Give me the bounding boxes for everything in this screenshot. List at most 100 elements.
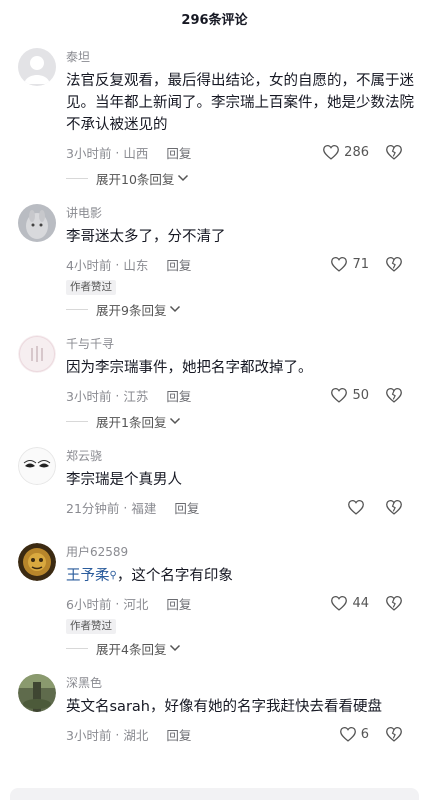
heart-outline-icon <box>323 144 340 160</box>
broken-heart-icon <box>386 256 402 272</box>
avatar[interactable] <box>18 48 56 86</box>
divider-line <box>66 308 88 310</box>
dislike-button[interactable] <box>385 387 403 403</box>
comment-item: 讲电影 李哥迷太多了，分不清了 4小时前 · 山东 回复 71 作者赞过 展开9… <box>0 204 429 319</box>
comment-meta: 21分钟前 · 福建 回复 <box>66 497 415 517</box>
broken-heart-icon <box>386 499 402 515</box>
divider-line <box>66 647 88 649</box>
chevron-down-icon <box>170 417 181 425</box>
comment-time: 21分钟前 <box>66 500 120 516</box>
like-button[interactable] <box>347 499 369 515</box>
comment-item: 千与千寻 因为李宗瑞事件，她把名字都改掉了。 3小时前 · 江苏 回复 50 展… <box>0 335 429 431</box>
separator-dot: · <box>111 726 124 742</box>
like-button[interactable]: 286 <box>322 144 369 160</box>
reply-button[interactable]: 回复 <box>166 143 191 162</box>
like-count: 71 <box>352 256 369 272</box>
comment-item: 郑云骁 李宗瑞是个真男人 21分钟前 · 福建 回复 <box>0 447 429 517</box>
comments-header: 296条评论 <box>0 0 429 36</box>
heart-outline-icon <box>331 387 348 403</box>
broken-heart-icon <box>386 144 402 160</box>
expand-replies-button[interactable]: 展开4条回复 <box>66 638 415 658</box>
expand-replies-button[interactable]: 展开1条回复 <box>66 411 415 431</box>
like-button[interactable]: 50 <box>330 387 369 403</box>
separator-dot: · <box>119 499 132 515</box>
comment-text: 王予柔⚲，这个名字有印象 <box>66 565 415 587</box>
search-icon: ⚲ <box>109 570 117 581</box>
chevron-down-icon <box>178 174 189 182</box>
expand-replies-button[interactable]: 展开10条回复 <box>66 168 415 188</box>
comment-username[interactable]: 讲电影 <box>66 204 415 222</box>
like-button[interactable]: 6 <box>339 726 369 742</box>
broken-heart-icon <box>386 726 402 742</box>
comment-time: 4小时前 <box>66 257 112 273</box>
comment-location: 湖北 <box>123 727 149 743</box>
separator-dot: · <box>111 595 124 611</box>
avatar[interactable] <box>18 674 56 712</box>
user-mention-link[interactable]: 王予柔⚲ <box>66 568 117 584</box>
comment-meta: 6小时前 · 河北 回复 44 <box>66 593 415 613</box>
dislike-button[interactable] <box>385 595 403 611</box>
reply-button[interactable]: 回复 <box>166 725 191 744</box>
broken-heart-icon <box>386 387 402 403</box>
avatar[interactable] <box>18 335 56 373</box>
comment-time: 3小时前 <box>66 727 112 743</box>
comment-username[interactable]: 泰坦 <box>66 48 415 66</box>
reply-button[interactable]: 回复 <box>166 386 191 405</box>
avatar[interactable] <box>18 543 56 581</box>
comment-time: 3小时前 <box>66 145 112 161</box>
like-button[interactable]: 44 <box>330 595 369 611</box>
like-count: 50 <box>352 387 369 403</box>
chevron-down-icon <box>170 305 181 313</box>
reply-button[interactable]: 回复 <box>174 498 199 517</box>
comment-actions: 71 <box>330 254 403 274</box>
comment-actions: 44 <box>330 593 403 613</box>
comment-location: 江苏 <box>123 388 149 404</box>
reply-button[interactable]: 回复 <box>166 255 191 274</box>
broken-heart-icon <box>386 595 402 611</box>
comment-text: 法官反复观看，最后得出结论，女的自愿的，不属于迷见。当年都上新闻了。李宗瑞上百案… <box>66 73 414 133</box>
comment-meta: 4小时前 · 山东 回复 71 <box>66 254 415 274</box>
comment-meta: 3小时前 · 湖北 回复 6 <box>66 724 415 744</box>
comment-location: 山东 <box>123 257 149 273</box>
comment-text: 英文名sarah，好像有她的名字我赶快去看看硬盘 <box>66 699 382 715</box>
dislike-button[interactable] <box>385 726 403 742</box>
comment-location: 福建 <box>131 500 157 516</box>
heart-outline-icon <box>331 256 348 272</box>
divider-line <box>66 177 88 179</box>
dislike-button[interactable] <box>385 499 403 515</box>
separator-dot: · <box>111 387 124 403</box>
comment-location: 山西 <box>123 145 149 161</box>
like-count: 44 <box>352 595 369 611</box>
expand-label: 展开10条回复 <box>96 171 175 187</box>
reply-button[interactable]: 回复 <box>166 594 191 613</box>
heart-outline-icon <box>331 595 348 611</box>
comment-text: 李宗瑞是个真男人 <box>66 472 182 488</box>
like-count: 286 <box>344 144 369 160</box>
avatar[interactable] <box>18 447 56 485</box>
dislike-button[interactable] <box>385 144 403 160</box>
expand-replies-button[interactable]: 展开9条回复 <box>66 299 415 319</box>
separator-dot: · <box>111 256 124 272</box>
comment-username[interactable]: 郑云骁 <box>66 447 415 465</box>
dislike-button[interactable] <box>385 256 403 272</box>
comment-username[interactable]: 深黑色 <box>66 674 415 692</box>
comment-item: 泰坦 法官反复观看，最后得出结论，女的自愿的，不属于迷见。当年都上新闻了。李宗瑞… <box>0 48 429 188</box>
comment-item: 深黑色 英文名sarah，好像有她的名字我赶快去看看硬盘 3小时前 · 湖北 回… <box>0 674 429 744</box>
like-button[interactable]: 71 <box>330 256 369 272</box>
comment-username[interactable]: 用户62589 <box>66 543 415 561</box>
author-liked-badge: 作者赞过 <box>66 619 116 634</box>
heart-outline-icon <box>339 726 356 742</box>
comment-actions: 286 <box>322 142 403 162</box>
comment-meta: 3小时前 · 山西 回复 286 <box>66 142 415 162</box>
comment-count-title: 296条评论 <box>181 12 248 28</box>
chevron-down-icon <box>170 644 181 652</box>
comment-time: 3小时前 <box>66 388 112 404</box>
avatar[interactable] <box>18 204 56 242</box>
comment-actions: 50 <box>330 385 403 405</box>
divider-line <box>66 420 88 422</box>
like-count: 6 <box>360 726 369 742</box>
comment-input-bar[interactable] <box>10 788 419 800</box>
comment-username[interactable]: 千与千寻 <box>66 335 415 353</box>
comment-text: 因为李宗瑞事件，她把名字都改掉了。 <box>66 360 313 376</box>
expand-label: 展开9条回复 <box>96 302 167 318</box>
